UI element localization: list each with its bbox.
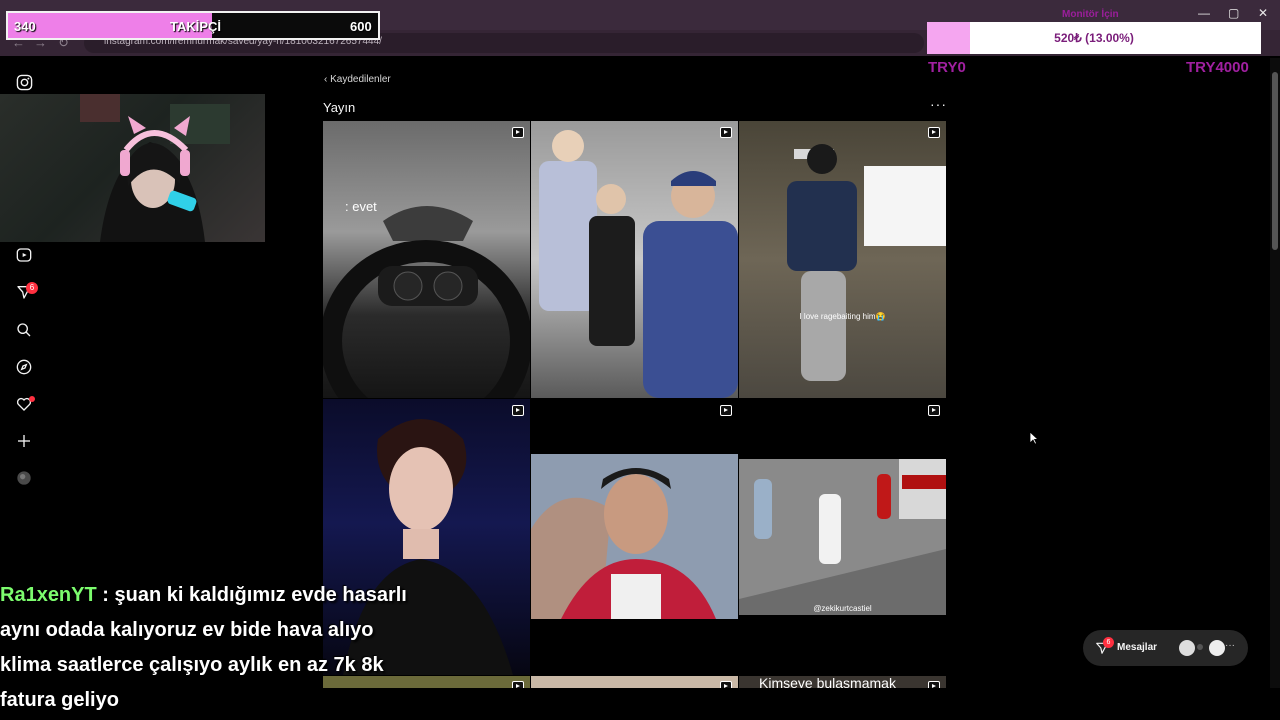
explore-icon[interactable] xyxy=(14,357,34,377)
reels-icon[interactable] xyxy=(14,245,34,265)
post-tile[interactable] xyxy=(531,121,738,398)
post-tile[interactable]: I love ragebaiting him😭 xyxy=(739,121,946,398)
reel-icon xyxy=(512,681,524,688)
avatar xyxy=(1197,644,1203,650)
screen: ← → ↻ instagram.com/iremnurmak/saved/yay… xyxy=(0,0,1280,720)
chat-separator: : xyxy=(96,584,115,606)
collection-title: Yayın xyxy=(323,100,356,115)
donation-min-label: TRY0 xyxy=(928,59,966,76)
follower-goal-bar: 340 TAKİPÇİ 600 xyxy=(6,11,380,40)
post-caption: Kimseye bulaşmamak xyxy=(759,676,896,688)
follower-current: 340 xyxy=(14,19,36,34)
post-tile[interactable]: @zekikurtcastiel xyxy=(739,399,946,675)
chat-line: fatura geliyo xyxy=(0,689,119,711)
close-button[interactable]: ✕ xyxy=(1258,6,1268,20)
donation-goal-bar: 520₺ (13.00%) xyxy=(927,22,1261,54)
chat-line: klima saatlerce çalışıyo aylık en az 7k … xyxy=(0,654,384,676)
chat-username: Ra1xenYT xyxy=(0,584,97,606)
post-tile[interactable] xyxy=(531,399,738,675)
chat-overlay: Ra1xenYT : şuan ki kaldığımız evde hasar… xyxy=(0,578,460,718)
chat-line: Ra1xenYT : şuan ki kaldığımız evde hasar… xyxy=(0,578,460,613)
maximize-button[interactable]: ▢ xyxy=(1228,6,1239,20)
follower-target: 600 xyxy=(350,19,372,34)
reel-icon xyxy=(928,405,940,416)
donation-max-label: TRY4000 xyxy=(1186,59,1249,76)
notifications-dot xyxy=(29,396,35,402)
donation-goal-title: Monitör İçin xyxy=(1062,9,1119,20)
post-caption: @zekikurtcastiel xyxy=(813,604,872,613)
avatar xyxy=(1179,640,1195,656)
reel-icon xyxy=(512,405,524,416)
messages-badge: 6 xyxy=(26,282,38,294)
reel-icon xyxy=(928,681,940,688)
reel-icon xyxy=(928,127,940,138)
page-scrollbar-thumb[interactable] xyxy=(1272,72,1278,250)
back-label: Kaydedilenler xyxy=(330,74,391,85)
reel-icon xyxy=(720,681,732,688)
post-tile[interactable]: Kimseye bulaşmamak xyxy=(739,676,946,688)
reel-icon xyxy=(720,405,732,416)
profile-avatar[interactable] xyxy=(14,468,34,488)
create-icon[interactable] xyxy=(14,431,34,451)
post-caption: : evet xyxy=(345,199,377,214)
messages-label: Mesajlar xyxy=(1117,642,1158,653)
chat-line: aynı odada kalıyoruz ev bide hava alıyo xyxy=(0,619,374,641)
post-caption: I love ragebaiting him😭 xyxy=(799,312,886,321)
reel-icon xyxy=(512,127,524,138)
donation-goal-text: 520₺ (13.00%) xyxy=(1054,31,1134,45)
post-tile[interactable] xyxy=(531,676,738,688)
mouse-cursor-icon xyxy=(1029,431,1039,445)
instagram-icon[interactable] xyxy=(14,72,34,92)
more-avatars-indicator: ··· xyxy=(1225,640,1235,651)
reel-icon xyxy=(720,127,732,138)
avatar xyxy=(1209,640,1225,656)
follower-label: TAKİPÇİ xyxy=(170,19,222,34)
messages-button[interactable]: 6 Mesajlar ··· xyxy=(1083,630,1248,666)
post-tile[interactable]: : evet xyxy=(323,121,530,398)
minimize-button[interactable]: — xyxy=(1198,6,1210,20)
search-icon[interactable] xyxy=(14,320,34,340)
webcam-feed xyxy=(0,94,265,242)
more-options-button[interactable]: ··· xyxy=(930,96,947,112)
back-to-saved-link[interactable]: ‹ Kaydedilenler xyxy=(324,74,391,85)
messages-pill-badge: 6 xyxy=(1103,637,1114,648)
chat-message: şuan ki kaldığımız evde hasarlı xyxy=(114,584,407,606)
